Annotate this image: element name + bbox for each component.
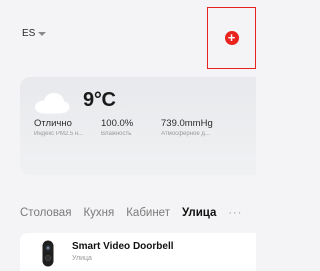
metric-label: Атмосферное д... (161, 131, 210, 137)
tab-kukhnya[interactable]: Кухня (83, 207, 114, 219)
more-rooms-button[interactable]: ··· (228, 207, 242, 219)
room-tabs: Столовая Кухня Кабинет Улица ··· (20, 207, 242, 219)
metric-label: Влажность (101, 131, 132, 137)
home-selector[interactable]: ES (22, 28, 47, 39)
chevron-down-icon (38, 32, 47, 36)
device-room: Улица (72, 255, 92, 262)
tab-stolovaya[interactable]: Столовая (20, 207, 71, 219)
tab-ulitsa[interactable]: Улица (182, 207, 216, 219)
metric-value: 739.0mmHg (161, 118, 213, 129)
plus-circle-icon: + (224, 31, 239, 45)
add-device-button[interactable]: + (207, 7, 256, 69)
home-name: ES (22, 28, 36, 39)
weather-card[interactable]: 9°C Отлично Индекс PM2.5 н... 100.0% Вла… (20, 77, 256, 175)
metric-humidity: 100.0% Влажность (101, 118, 141, 137)
metric-value: 100.0% (101, 118, 134, 129)
metric-pressure: 739.0mmHg Атмосферное д... (161, 118, 223, 137)
metric-label: Индекс PM2.5 н... (34, 131, 84, 137)
temperature: 9°C (83, 89, 116, 111)
doorbell-icon (42, 240, 54, 267)
home-screen: ES + 9°C Отлично Индекс PM2.5 н... 100.0… (0, 0, 256, 271)
cloud-icon (35, 93, 70, 114)
tab-kabinet[interactable]: Кабинет (126, 207, 170, 219)
metric-pm25: Отлично Индекс PM2.5 н... (34, 118, 84, 137)
device-name: Smart Video Doorbell (72, 241, 174, 252)
device-card[interactable]: Smart Video Doorbell Улица (20, 233, 256, 271)
metric-value: Отлично (34, 118, 72, 129)
